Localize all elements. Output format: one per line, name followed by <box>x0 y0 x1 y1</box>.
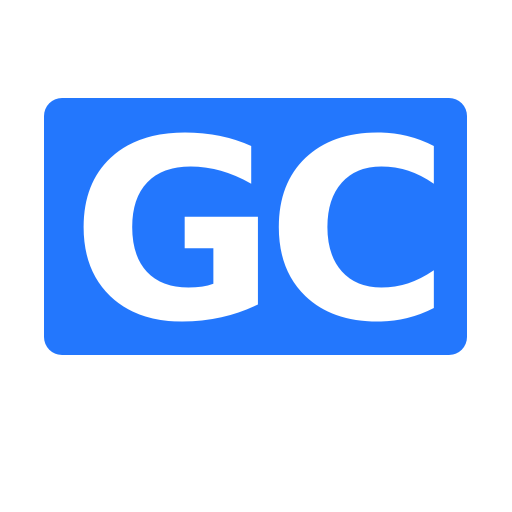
logo-text: GC <box>71 85 450 377</box>
logo-badge: GC <box>44 85 467 377</box>
app-icon-canvas: GC <box>0 0 512 512</box>
